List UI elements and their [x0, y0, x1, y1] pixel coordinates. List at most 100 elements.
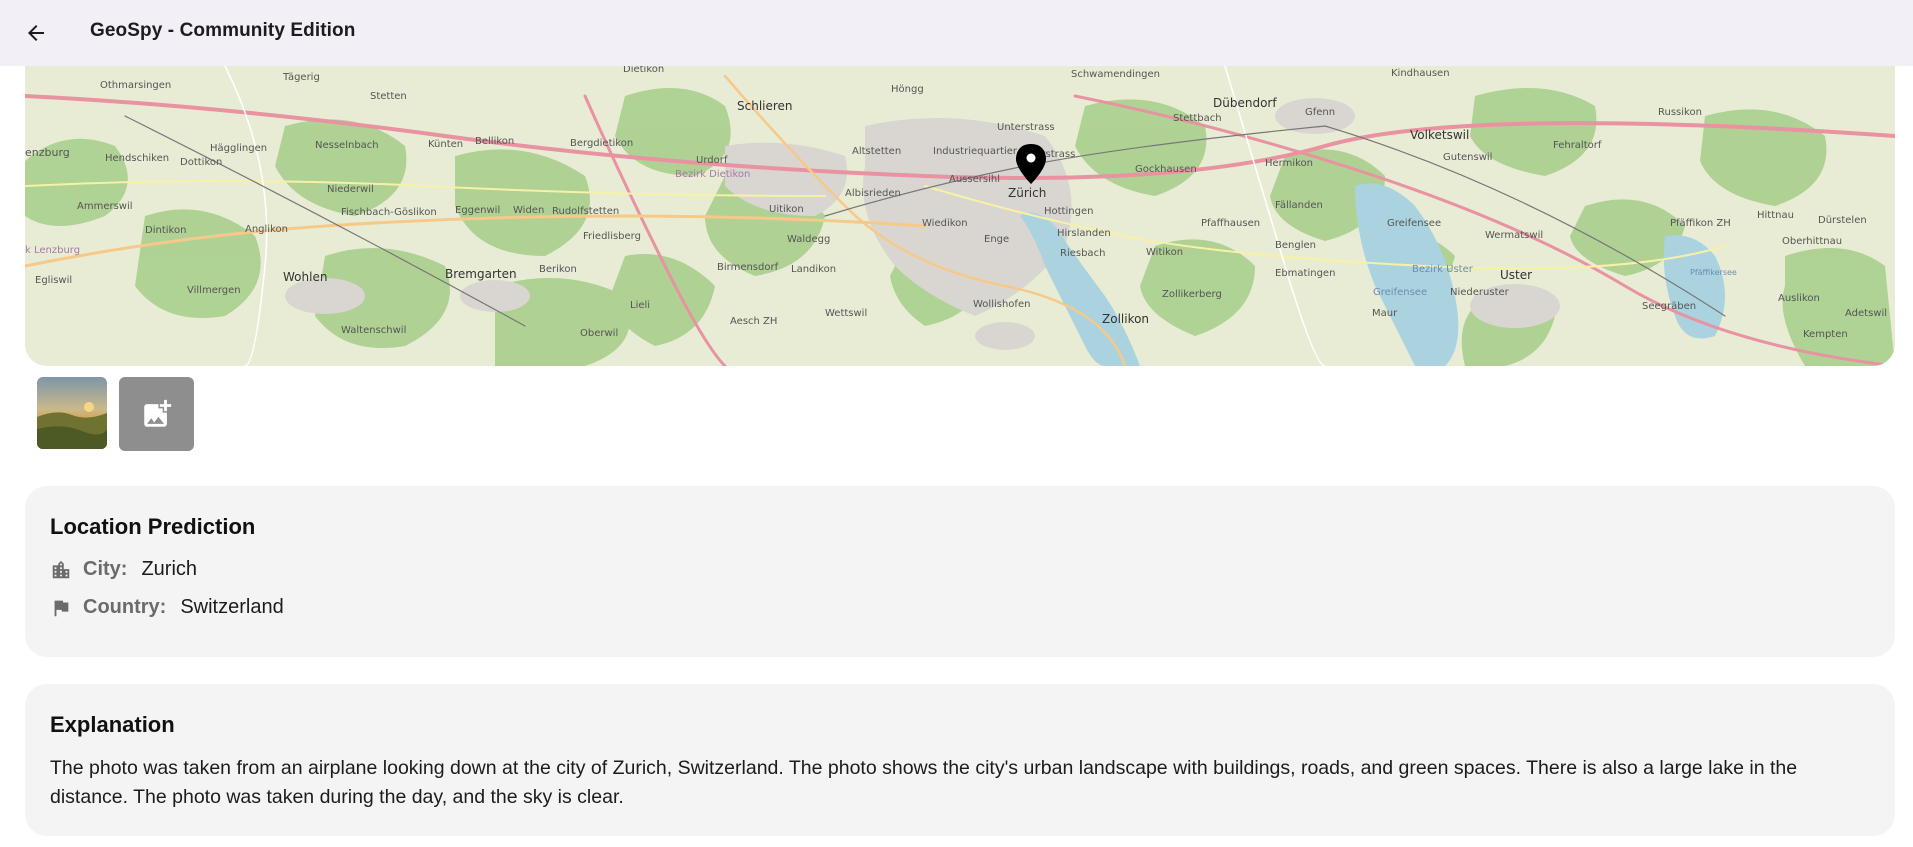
svg-text:Benglen: Benglen — [1275, 240, 1316, 251]
svg-text:Ebmatingen: Ebmatingen — [1275, 268, 1335, 279]
map-view[interactable]: Dietikon Othmarsingen Tägerig Stetten Sc… — [25, 66, 1895, 366]
svg-text:Wohlen: Wohlen — [283, 270, 327, 284]
add-photo-button[interactable] — [119, 377, 194, 451]
svg-text:Dietikon: Dietikon — [623, 66, 664, 75]
svg-text:Hottingen: Hottingen — [1044, 206, 1093, 217]
svg-text:enzburg: enzburg — [25, 146, 70, 159]
svg-text:Tägerig: Tägerig — [282, 72, 320, 83]
svg-text:Hittnau: Hittnau — [1757, 210, 1794, 221]
svg-text:Anglikon: Anglikon — [245, 224, 288, 235]
svg-text:Urdorf: Urdorf — [696, 155, 728, 166]
svg-text:Auslikon: Auslikon — [1778, 293, 1820, 304]
svg-text:Eggenwil: Eggenwil — [455, 205, 500, 216]
svg-text:Kindhausen: Kindhausen — [1391, 68, 1450, 79]
svg-text:Stettbach: Stettbach — [1173, 113, 1222, 124]
svg-text:k Lenzburg: k Lenzburg — [25, 245, 80, 256]
svg-text:Witikon: Witikon — [1146, 247, 1183, 258]
location-prediction-title: Location Prediction — [50, 514, 256, 539]
add-photo-icon — [143, 399, 171, 427]
svg-text:Friedlisberg: Friedlisberg — [583, 231, 641, 242]
photo-strip — [37, 377, 194, 451]
svg-text:Höngg: Höngg — [891, 84, 924, 95]
svg-text:Fällanden: Fällanden — [1275, 200, 1323, 211]
country-value: Switzerland — [180, 596, 284, 618]
app-title: GeoSpy - Community Edition — [90, 20, 356, 41]
svg-text:Russikon: Russikon — [1658, 107, 1702, 118]
svg-text:Volketswil: Volketswil — [1410, 128, 1469, 142]
svg-text:Wettswil: Wettswil — [825, 308, 867, 319]
svg-text:Fischbach-Göslikon: Fischbach-Göslikon — [341, 207, 437, 218]
svg-text:Kempten: Kempten — [1803, 329, 1848, 340]
city-label: City: — [83, 558, 128, 580]
svg-text:Stetten: Stetten — [370, 91, 407, 102]
svg-text:Lieli: Lieli — [630, 300, 650, 311]
svg-text:Dübendorf: Dübendorf — [1213, 96, 1277, 110]
svg-text:Wollishofen: Wollishofen — [973, 299, 1030, 310]
svg-text:Greifensee: Greifensee — [1373, 287, 1427, 298]
svg-text:Hirslanden: Hirslanden — [1057, 228, 1111, 239]
svg-text:Unterstrass: Unterstrass — [997, 122, 1055, 133]
svg-text:Gockhausen: Gockhausen — [1135, 164, 1197, 175]
svg-text:Zollikerberg: Zollikerberg — [1162, 289, 1222, 300]
svg-text:Dottikon: Dottikon — [180, 157, 222, 168]
arrow-back-icon — [28, 25, 44, 41]
svg-text:Schlieren: Schlieren — [737, 99, 793, 113]
svg-text:Dintikon: Dintikon — [145, 225, 186, 236]
svg-text:Schwamendingen: Schwamendingen — [1071, 69, 1160, 80]
svg-text:Pfaffhausen: Pfaffhausen — [1201, 218, 1260, 229]
svg-text:Uster: Uster — [1500, 268, 1532, 282]
svg-text:Enge: Enge — [984, 234, 1009, 245]
svg-text:Pfäffikon ZH: Pfäffikon ZH — [1670, 218, 1731, 229]
svg-text:Niederuster: Niederuster — [1450, 287, 1510, 298]
explanation-text: The photo was taken from an airplane loo… — [50, 757, 1798, 808]
app-bar: GeoSpy - Community Edition — [0, 0, 1913, 66]
svg-text:Gfenn: Gfenn — [1305, 107, 1335, 118]
svg-text:Aussersihl: Aussersihl — [949, 174, 1000, 185]
svg-text:Dürstelen: Dürstelen — [1818, 215, 1867, 226]
explanation-card: Explanation The photo was taken from an … — [25, 684, 1895, 836]
svg-text:Niederwil: Niederwil — [327, 184, 374, 195]
back-button[interactable] — [18, 15, 54, 51]
svg-text:Maur: Maur — [1372, 308, 1398, 319]
svg-text:Bellikon: Bellikon — [475, 136, 514, 147]
svg-text:Albisrieden: Albisrieden — [845, 188, 901, 199]
svg-text:Pfäffikersee: Pfäffikersee — [1690, 268, 1737, 277]
svg-text:Bergdietikon: Bergdietikon — [570, 138, 633, 149]
svg-text:Wiedikon: Wiedikon — [922, 218, 968, 229]
svg-text:Bezirk Uster: Bezirk Uster — [1412, 264, 1474, 275]
city-row: City: Zurich — [50, 558, 197, 581]
svg-text:Rudolfstetten: Rudolfstetten — [552, 206, 619, 217]
uploaded-photo[interactable] — [37, 377, 107, 449]
svg-text:Villmergen: Villmergen — [187, 285, 241, 296]
svg-text:Aesch ZH: Aesch ZH — [730, 316, 777, 327]
svg-text:Industriequartier: Industriequartier — [933, 146, 1018, 157]
svg-text:Berikon: Berikon — [539, 264, 577, 275]
svg-text:Widen: Widen — [513, 205, 544, 216]
svg-text:Bezirk Dietikon: Bezirk Dietikon — [675, 169, 750, 180]
svg-text:Waldegg: Waldegg — [787, 234, 830, 245]
svg-text:Othmarsingen: Othmarsingen — [100, 80, 171, 91]
svg-text:Riesbach: Riesbach — [1060, 248, 1105, 259]
country-row: Country: Switzerland — [50, 596, 284, 619]
svg-text:Egliswil: Egliswil — [35, 275, 72, 286]
svg-text:Uitikon: Uitikon — [769, 204, 804, 215]
location-prediction-card: Location Prediction City: Zurich Country… — [25, 486, 1895, 657]
svg-text:Fehraltorf: Fehraltorf — [1553, 140, 1602, 151]
explanation-title: Explanation — [50, 712, 175, 737]
svg-text:Gutenswil: Gutenswil — [1443, 152, 1492, 163]
svg-text:Adetswil: Adetswil — [1845, 308, 1887, 319]
svg-text:Nesselnbach: Nesselnbach — [315, 140, 379, 151]
svg-text:Birmensdorf: Birmensdorf — [717, 262, 779, 273]
city-value: Zurich — [141, 558, 198, 580]
svg-text:Bremgarten: Bremgarten — [445, 267, 517, 281]
svg-text:Altstetten: Altstetten — [852, 146, 901, 157]
svg-text:Landikon: Landikon — [791, 264, 836, 275]
svg-text:Greifensee: Greifensee — [1387, 218, 1441, 229]
svg-text:Ammerswil: Ammerswil — [77, 201, 133, 212]
map-canvas[interactable]: Dietikon Othmarsingen Tägerig Stetten Sc… — [25, 66, 1895, 366]
svg-text:Zürich: Zürich — [1008, 186, 1046, 200]
svg-text:Waltenschwil: Waltenschwil — [341, 325, 406, 336]
flag-icon — [50, 597, 72, 619]
city-icon — [50, 559, 72, 581]
country-label: Country: — [83, 596, 167, 618]
